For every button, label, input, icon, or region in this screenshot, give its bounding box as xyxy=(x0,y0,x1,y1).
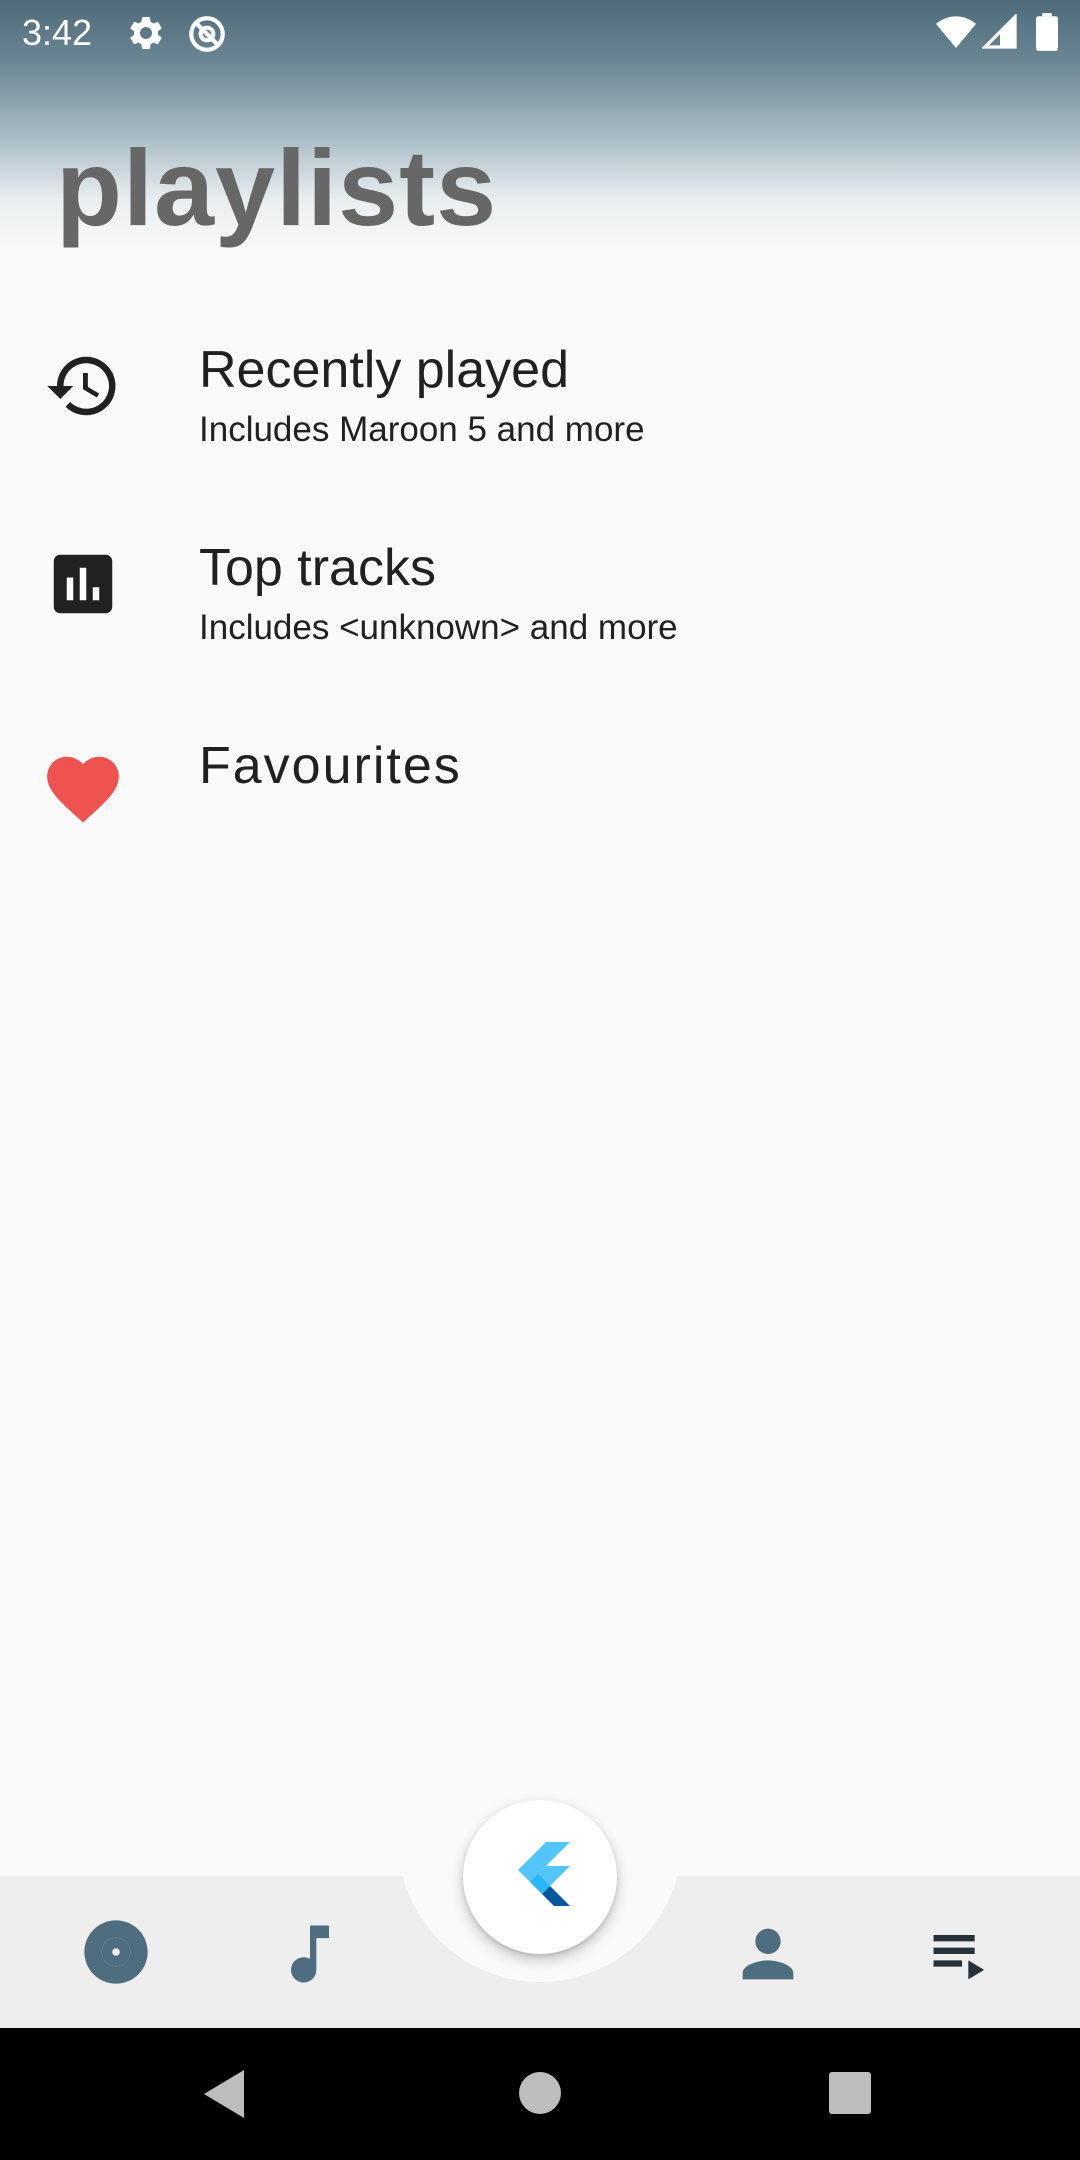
history-icon xyxy=(47,356,116,416)
playlist-subtitle: Includes <unknown> and more xyxy=(199,608,678,647)
battery-icon xyxy=(1036,13,1058,51)
queue-music-icon[interactable] xyxy=(924,1916,1000,1992)
album-icon[interactable] xyxy=(78,1914,154,1990)
music-note-icon[interactable] xyxy=(272,1916,348,1992)
person-icon[interactable] xyxy=(730,1916,806,1992)
bar-chart-icon xyxy=(53,554,113,614)
wifi-icon xyxy=(936,16,976,48)
flutter-logo-button[interactable] xyxy=(463,1800,617,1954)
playlist-title: Recently played xyxy=(199,341,569,399)
playlist-item-favourites[interactable]: Favourites xyxy=(0,716,1080,914)
heart-icon xyxy=(47,756,119,823)
signal-icon xyxy=(982,14,1017,49)
status-bar: 3:42 xyxy=(0,0,1080,66)
recents-icon[interactable] xyxy=(828,2071,872,2115)
status-time: 3:42 xyxy=(22,12,93,53)
playlist-subtitle: Includes Maroon 5 and more xyxy=(199,410,645,449)
no-sync-icon xyxy=(189,16,225,52)
back-icon[interactable] xyxy=(200,2066,248,2122)
playlist-item-recently-played[interactable]: Recently played Includes Maroon 5 and mo… xyxy=(0,320,1080,518)
flutter-logo xyxy=(518,1842,570,1906)
playlist-item-top-tracks[interactable]: Top tracks Includes <unknown> and more xyxy=(0,518,1080,716)
gear-icon xyxy=(130,16,162,49)
playlist-title: Top tracks xyxy=(199,539,436,597)
playlist-title: Favourites xyxy=(199,737,462,795)
page-title: playlists xyxy=(56,127,498,248)
home-icon[interactable] xyxy=(518,2071,562,2115)
